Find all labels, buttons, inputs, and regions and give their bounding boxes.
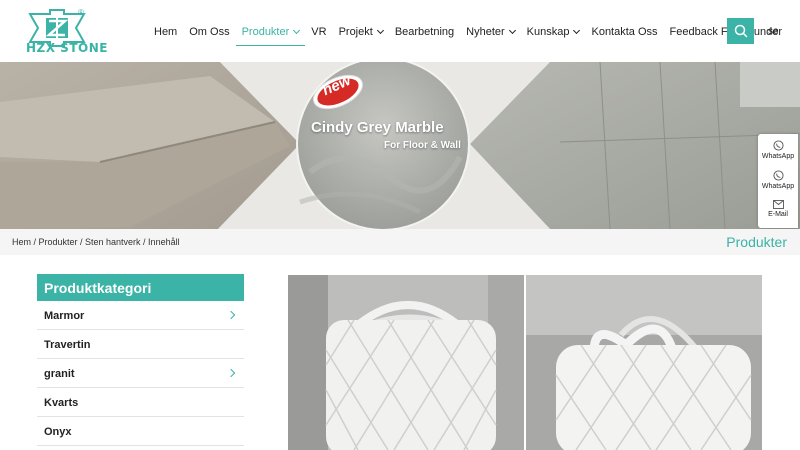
registered-mark: ®	[78, 8, 84, 17]
nav-item-kontakta-oss[interactable]: Kontakta Oss	[585, 18, 663, 46]
nav-label: Om Oss	[189, 26, 230, 38]
sidebar-item-travertin[interactable]: Travertin	[37, 330, 244, 359]
brand-name: HZX STONE	[26, 41, 108, 55]
mail-icon	[772, 200, 784, 209]
product-image-1[interactable]	[288, 275, 524, 450]
whatsapp-label: WhatsApp	[761, 153, 795, 160]
whatsapp-icon	[772, 140, 784, 151]
page-title: Produkter	[726, 234, 787, 250]
sidebar-item-marmor[interactable]: Marmor	[37, 301, 244, 330]
nav-label: Kunskap	[526, 26, 570, 38]
breadcrumb[interactable]: Hem / Produkter / Sten hantverk / Innehå…	[12, 237, 180, 247]
chevron-down-icon	[508, 26, 516, 35]
chevron-down-icon	[376, 26, 384, 35]
email-label: E-Mail	[768, 211, 788, 218]
sidebar-title: Produktkategori	[37, 274, 244, 301]
product-gallery	[288, 275, 762, 450]
nav-label: Hem	[154, 26, 178, 38]
nav-item-produkter[interactable]: Produkter	[235, 18, 306, 46]
chevron-down-icon	[293, 26, 301, 34]
sidebar-item-label: granit	[44, 368, 75, 380]
hero-banner: new Cindy Grey Marble For Floor & Wall	[0, 62, 800, 229]
breadcrumb-bar: Hem / Produkter / Sten hantverk / Innehå…	[0, 229, 800, 255]
marble-bag-image	[526, 275, 762, 450]
sidebar-item-kvarts[interactable]: Kvarts	[37, 388, 244, 417]
nav-item-nyheter[interactable]: Nyheter	[460, 18, 521, 46]
nav-label: Projekt	[338, 26, 373, 38]
nav-item-projekt[interactable]: Projekt	[333, 18, 389, 46]
sidebar-item-granit[interactable]: granit	[37, 359, 244, 388]
sidebar-item-label: Travertin	[44, 339, 91, 351]
nav-item-bearbetning[interactable]: Bearbetning	[389, 18, 460, 46]
nav-item-kunskap[interactable]: Kunskap	[521, 18, 586, 46]
sidebar-item-label: Onyx	[44, 426, 72, 438]
marble-bag-image	[288, 275, 524, 450]
product-category-sidebar: Produktkategori Marmor Travertin granit …	[37, 274, 244, 446]
nav-item-hem[interactable]: Hem	[148, 18, 183, 46]
main-nav: Hem Om Oss Produkter VR Projekt Bearbetn…	[148, 18, 788, 46]
sidebar-item-label: Marmor	[44, 310, 85, 322]
nav-item-om-oss[interactable]: Om Oss	[183, 18, 235, 46]
whatsapp-link-2[interactable]: WhatsApp	[758, 170, 798, 190]
language-switch[interactable]: se	[768, 26, 779, 37]
contact-float-bar: WhatsApp WhatsApp E-Mail	[758, 134, 798, 228]
site-header: ® HZX STONE Hem Om Oss Produkter VR Proj…	[0, 0, 800, 62]
chevron-down-icon	[573, 26, 581, 35]
nav-label: Nyheter	[466, 26, 505, 38]
nav-item-vr[interactable]: VR	[305, 18, 332, 46]
nav-label: Feedback Från Kunder	[669, 26, 783, 38]
search-button[interactable]	[727, 18, 754, 44]
sidebar-item-onyx[interactable]: Onyx	[37, 417, 244, 446]
banner-subtitle: For Floor & Wall	[384, 140, 461, 151]
email-link[interactable]: E-Mail	[758, 200, 798, 218]
nav-label: Bearbetning	[394, 26, 455, 38]
whatsapp-link[interactable]: WhatsApp	[758, 140, 798, 160]
nav-label: Produkter	[241, 25, 290, 38]
product-image-2[interactable]	[526, 275, 762, 450]
nav-label: VR	[311, 26, 327, 38]
search-icon	[734, 24, 748, 38]
whatsapp-label: WhatsApp	[761, 183, 795, 190]
banner-title: Cindy Grey Marble	[311, 119, 444, 136]
whatsapp-icon	[772, 170, 784, 181]
nav-label: Kontakta Oss	[591, 26, 658, 38]
chevron-right-icon[interactable]	[226, 310, 236, 320]
sidebar-item-label: Kvarts	[44, 397, 79, 409]
chevron-right-icon[interactable]	[226, 368, 236, 378]
